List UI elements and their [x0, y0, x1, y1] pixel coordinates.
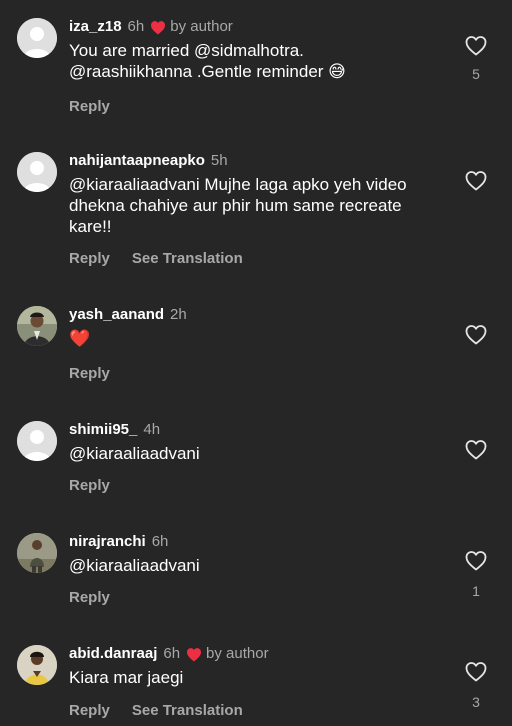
comment-header: nahijantaapneapko 5h [69, 152, 228, 170]
heart-outline-icon[interactable] [464, 549, 488, 573]
comment-header: iza_z18 6h by author [69, 18, 233, 36]
see-translation-button[interactable]: See Translation [132, 702, 243, 720]
comment-header: nirajranchi 6h [69, 533, 168, 551]
liked-by-author-label: by author [206, 645, 269, 662]
username[interactable]: yash_aanand [69, 306, 164, 324]
comment-text: You are married @sidmalhotra. @raashiikh… [69, 40, 429, 82]
timestamp: 6h [151, 533, 169, 550]
like-count: 5 [472, 66, 480, 82]
comment-text: @kiaraaliaadvani [69, 443, 429, 464]
avatar[interactable] [17, 421, 57, 461]
comments-list: iza_z18 6h by author You are married @si… [0, 0, 512, 726]
username[interactable]: nirajranchi [69, 533, 146, 551]
comment-actions: Reply See Translation [69, 702, 243, 720]
username[interactable]: nahijantaapneapko [69, 152, 205, 170]
comment-text-content: Kiara mar jaegi [69, 668, 184, 687]
reply-button[interactable]: Reply [69, 589, 110, 607]
comment-text: ❤️ [69, 328, 429, 350]
default-avatar-icon [17, 421, 57, 461]
heart-outline-icon[interactable] [464, 34, 488, 58]
liked-by-author-badge: by author [186, 645, 269, 663]
timestamp: 5h [210, 152, 228, 169]
comment-text: Kiara mar jaegi [69, 667, 429, 688]
heart-outline-icon[interactable] [464, 660, 488, 684]
heart-outline-icon[interactable] [464, 323, 488, 347]
heart-outline-icon[interactable] [464, 169, 488, 193]
like-count: 3 [472, 694, 480, 710]
heart-filled-icon [187, 647, 202, 661]
username[interactable]: iza_z18 [69, 18, 122, 36]
avatar[interactable] [17, 18, 57, 58]
comment-actions: Reply See Translation [69, 250, 243, 268]
comment-text-content: You are married @sidmalhotra. @raashiikh… [69, 41, 346, 81]
comment-text-content: @kiaraaliaadvani Mujhe laga apko yeh vid… [69, 175, 407, 236]
default-avatar-icon [17, 18, 57, 58]
username[interactable]: shimii95_ [69, 421, 137, 439]
reply-button[interactable]: Reply [69, 365, 110, 383]
timestamp: 6h [163, 645, 181, 662]
comment-actions: Reply [69, 477, 110, 495]
like-count: 1 [472, 583, 480, 599]
user-photo-icon [17, 645, 57, 685]
heart-outline-icon[interactable] [464, 438, 488, 462]
comment-actions: Reply [69, 98, 110, 116]
reply-button[interactable]: Reply [69, 98, 110, 116]
comment-header: abid.danraaj 6h by author [69, 645, 269, 663]
timestamp: 2h [170, 306, 187, 323]
comment-text-content: ❤️ [69, 329, 91, 349]
timestamp: 6h [127, 18, 145, 35]
default-avatar-icon [17, 152, 57, 192]
timestamp: 4h [143, 421, 161, 438]
username[interactable]: abid.danraaj [69, 645, 157, 663]
comment-actions: Reply [69, 589, 110, 607]
avatar[interactable] [17, 306, 57, 346]
avatar[interactable] [17, 645, 57, 685]
avatar[interactable] [17, 152, 57, 192]
comment-text-content: @kiaraaliaadvani [69, 444, 200, 463]
liked-by-author-label: by author [170, 18, 233, 35]
liked-by-author-badge: by author [150, 18, 233, 36]
reply-button[interactable]: Reply [69, 702, 110, 720]
reply-button[interactable]: Reply [69, 477, 110, 495]
comment-header: shimii95_ 4h [69, 421, 160, 439]
comment-actions: Reply [69, 365, 110, 383]
comment-text: @kiaraaliaadvani [69, 555, 429, 576]
reply-button[interactable]: Reply [69, 250, 110, 268]
comment-text: @kiaraaliaadvani Mujhe laga apko yeh vid… [69, 174, 429, 237]
comment-header: yash_aanand 2h [69, 306, 187, 324]
see-translation-button[interactable]: See Translation [132, 250, 243, 268]
heart-filled-icon [151, 20, 166, 34]
user-photo-icon [17, 306, 57, 346]
avatar[interactable] [17, 533, 57, 573]
comment-text-content: @kiaraaliaadvani [69, 556, 200, 575]
user-photo-icon [17, 533, 57, 573]
